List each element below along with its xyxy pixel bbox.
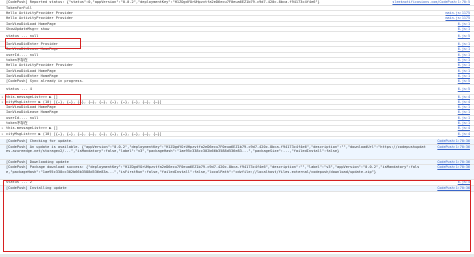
log-message: IonViewDidEnter HomePage: [6, 73, 58, 78]
source-link[interactable]: 6.js:1: [458, 74, 470, 78]
log-message: userId.... null: [6, 52, 39, 57]
highlight-box-status-null: [5, 37, 81, 49]
source-link[interactable]: 6.js:5: [458, 85, 470, 94]
highlight-box-update-flow: [3, 180, 471, 252]
source-link[interactable]: main.js:1175: [446, 11, 471, 15]
highlight-box-status-4: [5, 94, 81, 105]
source-link[interactable]: 6.js:1: [458, 69, 470, 73]
log-message: userId.... null: [6, 115, 39, 120]
source-link[interactable]: 6.js:1: [458, 105, 470, 109]
log-message: token不存在: [6, 121, 28, 126]
log-message: [CodePush] Checking for update.: [6, 138, 74, 143]
source-link[interactable]: 6.js:1: [458, 63, 470, 67]
source-link[interactable]: CodePush:1:70:36: [437, 160, 470, 165]
expand-caret-icon[interactable]: ▸: [2, 126, 4, 130]
console-row-update-available: [CodePush] An update is available. {"app…: [0, 144, 474, 160]
log-message: IonViewDidLeave HomePage: [6, 110, 58, 115]
log-message: Hello ActivityProvider Provider: [6, 63, 74, 68]
source-link[interactable]: 6.js:4: [458, 132, 470, 136]
log-message: IonViewDidLoad HomePage: [6, 21, 56, 26]
source-link[interactable]: main.js:1175: [446, 16, 471, 20]
console-row-download-success: [CodePush] Package download success: {"d…: [0, 165, 474, 181]
log-message: cityMsgList>>> ▶ (10) [{…}, {…}, {…}, {……: [6, 131, 162, 136]
log-message: token不存在: [6, 58, 28, 63]
log-message: [CodePush] An update is available. {"app…: [6, 144, 426, 154]
log-message: [CodePush] Package download success: {"d…: [6, 165, 420, 174]
source-link[interactable]: 6.js:1: [458, 27, 470, 31]
source-link[interactable]: 6.js:4: [458, 95, 470, 99]
source-link[interactable]: 6.js:1: [458, 53, 470, 57]
source-link[interactable]: 6.js:4: [458, 126, 470, 130]
devtools-console: [CodePush] Reported status: {"status":0,…: [0, 0, 474, 257]
expand-caret-icon[interactable]: ▸: [2, 95, 4, 99]
log-message: [CodePush] Sync already in progress.: [6, 79, 84, 84]
source-link[interactable]: 6.js:1: [458, 58, 470, 62]
log-message: IonViewDidLoad HomePage: [6, 105, 56, 110]
source-link[interactable]: CodePush:1:70:36: [437, 165, 470, 170]
log-message: Hello ActivityProvider Provider: [6, 10, 74, 15]
log-message: TokenForFull: [6, 5, 32, 10]
expand-caret-icon[interactable]: ▸: [2, 132, 4, 136]
log-message: IonViewDidLoad HomePage: [6, 68, 56, 73]
source-link[interactable]: 6.js:1: [458, 47, 470, 51]
source-link[interactable]: sleeknotificasions.com/CodePush:1:70:5: [392, 0, 470, 5]
source-link[interactable]: 6.js:5: [458, 79, 470, 83]
source-link[interactable]: 6.js:4: [458, 100, 470, 104]
source-link[interactable]: CodePush:1:70:36: [437, 139, 470, 144]
source-link[interactable]: 6.js:1: [458, 116, 470, 120]
log-message: Hello ActivityProvider Provider: [6, 16, 74, 21]
log-message: status ... 4: [6, 86, 32, 91]
source-link[interactable]: 6.js:1: [458, 42, 470, 46]
log-message: [CodePush] Downloading update: [6, 159, 69, 164]
source-link[interactable]: 6.js:1: [458, 121, 470, 125]
source-link[interactable]: 6.js:5: [458, 32, 470, 41]
source-link[interactable]: CodePush:1:70:36: [437, 145, 470, 150]
expand-caret-icon[interactable]: ▸: [2, 100, 4, 104]
console-row[interactable]: ▸ cityMsgList>>> ▶ (10) [{…}, {…}, {…}, {…: [0, 132, 474, 137]
log-message: ShowUpdateMsg>> show: [6, 26, 50, 31]
log-message: this.messageList>>> ▶ []: [6, 126, 58, 131]
source-link[interactable]: 6.js:1: [458, 110, 470, 114]
source-link[interactable]: 6.js:1: [458, 22, 470, 26]
